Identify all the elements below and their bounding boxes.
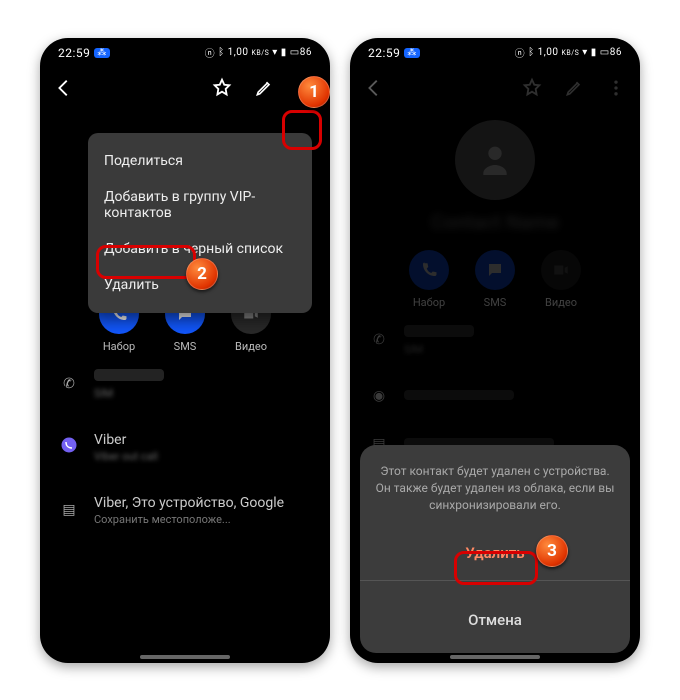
signal-icon: ▮ (591, 47, 597, 58)
edit-icon[interactable] (560, 74, 588, 102)
action-video-label: Видео (545, 296, 577, 309)
bluetooth-icon: ⁂ (404, 48, 420, 58)
battery-icon: ▭86 (290, 47, 312, 58)
back-button[interactable] (50, 74, 78, 102)
wifi-icon: ▾ (582, 47, 588, 58)
edit-icon[interactable] (250, 74, 278, 102)
row-viber: ◉ (350, 372, 640, 420)
contact-name: Contact Name (431, 210, 559, 234)
viber-icon (58, 436, 80, 458)
action-video[interactable]: Видео (541, 250, 581, 309)
action-sms-label: SMS (484, 296, 507, 309)
status-time: 22:59 (368, 46, 400, 60)
sim-icon: ▤ (58, 502, 80, 518)
app-bar (40, 68, 330, 108)
net-unit: KB/S (251, 49, 269, 57)
app-bar (350, 68, 640, 108)
net-unit: KB/S (561, 49, 579, 57)
star-icon[interactable] (208, 74, 236, 102)
status-icons: ⓝ ᛒ 1,00 KB/S ▾ ▮ ▭86 (205, 45, 312, 60)
nfc-icon: ⓝ (205, 45, 216, 60)
star-icon[interactable] (518, 74, 546, 102)
storage-label: Viber, Это устройство, Google (94, 495, 284, 511)
nfc-icon: ⓝ (515, 45, 526, 60)
viber-icon: ◉ (368, 388, 390, 404)
phone-left: 22:59 ⁂ ⓝ ᛒ 1,00 KB/S ▾ ▮ ▭86 (40, 38, 330, 663)
confirm-delete-dialog: Этот контакт будет удален с устройства. … (360, 445, 630, 652)
action-video-label: Видео (235, 340, 267, 353)
dialog-cancel-button[interactable]: Отмена (374, 601, 616, 639)
signal-icon: ▮ (281, 47, 287, 58)
action-sms-label: SMS (174, 340, 197, 353)
status-bar: 22:59 ⁂ ⓝ ᛒ 1,00 KB/S ▾ ▮ ▭86 (40, 38, 330, 68)
marker-3: 3 (536, 535, 568, 567)
contact-header: Contact Name (350, 120, 640, 234)
menu-add-vip[interactable]: Добавить в группу VIP-контактов (88, 179, 312, 231)
phone-right: 22:59 ⁂ ⓝ ᛒ 1,00 KB/S ▾ ▮ ▭86 (350, 38, 640, 663)
action-call-label: Набор (103, 340, 135, 353)
highlight-more (282, 110, 322, 150)
avatar (455, 120, 535, 200)
back-button[interactable] (360, 74, 388, 102)
status-icons: ⓝ ᛒ 1,00 KB/S ▾ ▮ ▭86 (515, 45, 622, 60)
bluetooth-icon: ⁂ (94, 48, 110, 58)
home-indicator (140, 655, 230, 659)
net-speed: 1,00 (538, 47, 559, 58)
storage-sub: Сохранить местоположе... (94, 513, 284, 526)
highlight-delete-item (96, 245, 196, 279)
bt-icon: ᛒ (218, 47, 225, 58)
status-time: 22:59 (58, 46, 90, 60)
home-indicator (450, 655, 540, 659)
phone-icon: ✆ (58, 376, 80, 392)
net-speed: 1,00 (228, 47, 249, 58)
contact-actions: Набор SMS Видео (350, 250, 640, 309)
action-sms[interactable]: SMS (475, 250, 515, 309)
marker-2: 2 (186, 258, 218, 290)
highlight-dialog-delete (454, 551, 538, 585)
dialog-message: Этот контакт будет удален с устройства. … (374, 463, 616, 513)
wifi-icon: ▾ (272, 47, 278, 58)
marker-1: 1 (298, 76, 330, 108)
phone-icon: ✆ (368, 332, 390, 348)
row-viber[interactable]: Viber Viber out call (40, 416, 330, 479)
row-phone[interactable]: ✆ SIM (40, 353, 330, 416)
status-bar: 22:59 ⁂ ⓝ ᛒ 1,00 KB/S ▾ ▮ ▭86 (350, 38, 640, 68)
more-button[interactable] (602, 74, 630, 102)
row-phone: ✆ SIM (350, 309, 640, 372)
viber-label: Viber (94, 432, 214, 448)
battery-icon: ▭86 (600, 47, 622, 58)
bt-icon: ᛒ (528, 47, 535, 58)
menu-share[interactable]: Поделиться (88, 143, 312, 179)
row-storage[interactable]: ▤ Viber, Это устройство, Google Сохранит… (40, 479, 330, 542)
action-call[interactable]: Набор (409, 250, 449, 309)
action-call-label: Набор (413, 296, 445, 309)
